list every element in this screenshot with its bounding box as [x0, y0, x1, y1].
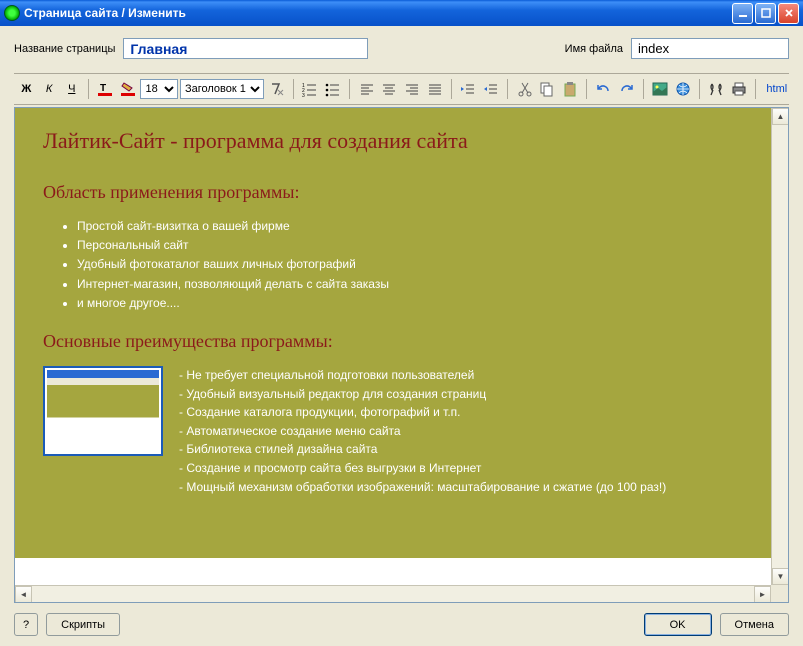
list-item: - Библиотека стилей дизайна сайта	[179, 440, 666, 459]
window-title: Страница сайта / Изменить	[24, 6, 732, 20]
cancel-button[interactable]: Отмена	[720, 613, 789, 636]
scripts-button[interactable]: Скрипты	[46, 613, 120, 636]
italic-button[interactable]: К	[39, 78, 60, 100]
insert-link-button[interactable]	[672, 78, 693, 100]
horizontal-scrollbar[interactable]: ◄ ►	[15, 585, 771, 602]
application-list: Простой сайт-визитка о вашей фирме Персо…	[43, 217, 743, 313]
dialog-buttons: ? Скрипты OK Отмена	[14, 613, 789, 636]
list-item: - Не требует специальной подготовки поль…	[179, 366, 666, 385]
list-item: Простой сайт-визитка о вашей фирме	[77, 217, 743, 236]
html-mode-button[interactable]: html	[766, 83, 787, 95]
content-heading-2b: Основные преимущества программы:	[43, 331, 743, 352]
vertical-scrollbar[interactable]: ▲ ▼	[771, 108, 788, 585]
list-item: Удобный фотокаталог ваших личных фотогра…	[77, 255, 743, 274]
align-justify-button[interactable]	[424, 78, 445, 100]
align-center-button[interactable]	[379, 78, 400, 100]
svg-text:T: T	[100, 83, 106, 92]
scroll-down-button[interactable]: ▼	[772, 568, 789, 585]
titlebar: Страница сайта / Изменить	[0, 0, 803, 26]
file-name-label: Имя файла	[565, 43, 623, 55]
content-heading-2a: Область применения программы:	[43, 182, 743, 203]
app-icon	[4, 5, 20, 21]
bold-button[interactable]: Ж	[16, 78, 37, 100]
ok-button[interactable]: OK	[644, 613, 712, 636]
cut-button[interactable]	[514, 78, 535, 100]
list-item: - Автоматическое создание меню сайта	[179, 422, 666, 441]
minimize-button[interactable]	[732, 3, 753, 24]
align-left-button[interactable]	[356, 78, 377, 100]
close-button[interactable]	[778, 3, 799, 24]
list-ordered-button[interactable]: 123	[300, 78, 321, 100]
form-row: Название страницы Имя файла	[14, 38, 789, 59]
text-color-button[interactable]: T	[95, 78, 116, 100]
undo-button[interactable]	[593, 78, 614, 100]
scroll-up-button[interactable]: ▲	[772, 108, 789, 125]
list-item: - Удобный визуальный редактор для создан…	[179, 385, 666, 404]
copy-button[interactable]	[537, 78, 558, 100]
list-item: Персональный сайт	[77, 236, 743, 255]
font-size-select[interactable]: 18	[140, 79, 178, 99]
clear-format-button[interactable]	[266, 78, 287, 100]
print-button[interactable]	[729, 78, 750, 100]
maximize-button[interactable]	[755, 3, 776, 24]
indent-button[interactable]	[481, 78, 502, 100]
list-item: Интернет-магазин, позволяющий делать с с…	[77, 275, 743, 294]
insert-image-button[interactable]	[650, 78, 671, 100]
bg-color-button[interactable]	[118, 78, 139, 100]
list-item: - Создание и просмотр сайта без выгрузки…	[179, 459, 666, 478]
redo-button[interactable]	[616, 78, 637, 100]
list-item: - Мощный механизм обработки изображений:…	[179, 478, 666, 497]
editor-area: Лайтик-Сайт - программа для создания сай…	[14, 107, 789, 603]
help-button[interactable]: ?	[14, 613, 38, 636]
advantages-list: - Не требует специальной подготовки поль…	[179, 366, 666, 496]
outdent-button[interactable]	[458, 78, 479, 100]
svg-text:3: 3	[302, 93, 305, 97]
page-name-input[interactable]	[123, 38, 368, 59]
thumbnail-image	[43, 366, 163, 456]
list-unordered-button[interactable]	[323, 78, 344, 100]
paste-button[interactable]	[560, 78, 581, 100]
list-item: - Создание каталога продукции, фотографи…	[179, 403, 666, 422]
editor-canvas[interactable]: Лайтик-Сайт - программа для создания сай…	[15, 108, 771, 585]
scroll-right-button[interactable]: ►	[754, 586, 771, 603]
list-item: и многое другое....	[77, 294, 743, 313]
client-area: Название страницы Имя файла Ж К Ч T 18 З…	[0, 26, 803, 646]
find-button[interactable]	[706, 78, 727, 100]
editor-toolbar: Ж К Ч T 18 Заголовок 1 123 html	[14, 73, 789, 105]
content-heading-1: Лайтик-Сайт - программа для создания сай…	[43, 128, 743, 154]
style-select[interactable]: Заголовок 1	[180, 79, 264, 99]
underline-button[interactable]: Ч	[61, 78, 82, 100]
scroll-left-button[interactable]: ◄	[15, 586, 32, 603]
file-name-input[interactable]	[631, 38, 789, 59]
align-right-button[interactable]	[402, 78, 423, 100]
page-name-label: Название страницы	[14, 43, 115, 55]
